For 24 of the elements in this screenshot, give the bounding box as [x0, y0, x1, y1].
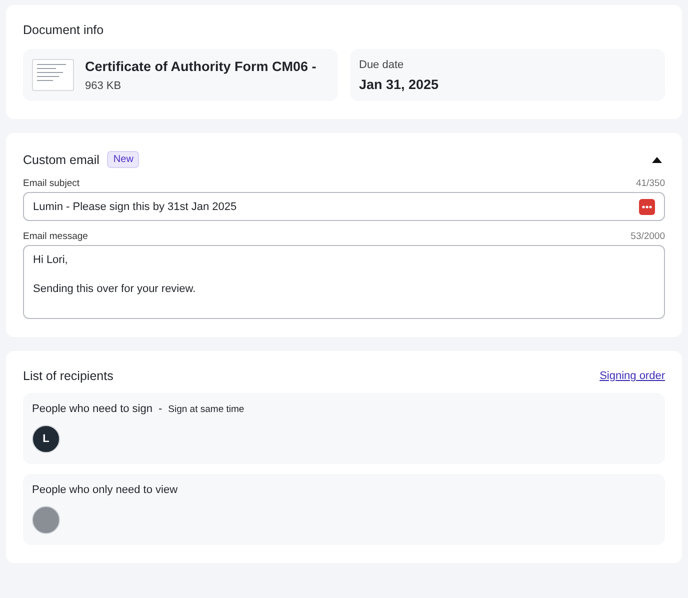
due-date-value: Jan 31, 2025: [359, 76, 439, 92]
char-counter: 41/350: [636, 178, 665, 189]
subject-field[interactable]: Lumin - Please sign this by 31st Jan 2025: [23, 192, 665, 221]
section-title: Custom email: [23, 152, 100, 166]
group-title: People who only need to view: [32, 484, 178, 496]
document-thumbnail: [32, 59, 74, 91]
file-size: 963 KB: [85, 80, 122, 92]
due-date-label: Due date: [359, 58, 405, 70]
group-title: People who need to sign: [32, 403, 152, 415]
avatar-placeholder[interactable]: [32, 506, 60, 534]
field-label: Email message: [23, 231, 88, 242]
section-title: List of recipients: [23, 369, 114, 383]
file-name: Certificate of Authority Form CM06 -: [85, 58, 316, 74]
new-badge: New: [107, 151, 140, 168]
dots-icon[interactable]: [639, 198, 655, 214]
section-title: Document info: [23, 23, 105, 37]
initial-avatar[interactable]: L: [32, 425, 60, 453]
dash-separator: -: [158, 403, 162, 415]
message-field[interactable]: Hi Lori, Sending this over for your review.: [23, 245, 665, 319]
signing-order-link[interactable]: Signing order: [600, 370, 665, 382]
group-note: Sign at same time: [168, 404, 244, 414]
char-counter: 53/2000: [630, 231, 665, 242]
field-label: Email subject: [23, 178, 80, 189]
caret-icon: [652, 156, 662, 162]
